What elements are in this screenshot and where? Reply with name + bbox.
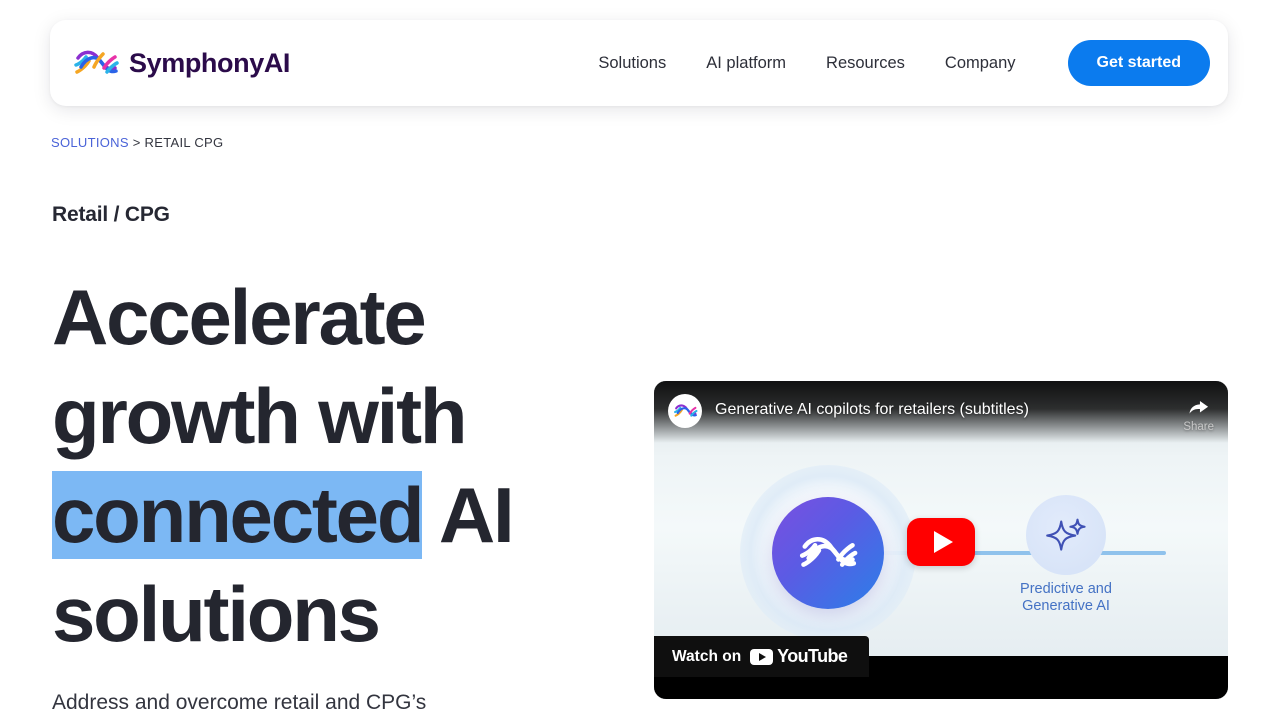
symphonyai-channel-avatar-icon[interactable]: [668, 394, 702, 428]
symphonyai-wave-logo-icon: [72, 46, 120, 80]
diagram-node-label: Predictive and Generative AI: [986, 581, 1146, 615]
youtube-logo-triangle-icon: [759, 652, 767, 661]
nav-item-ai-platform[interactable]: AI platform: [686, 44, 806, 83]
youtube-logo: YouTube: [750, 646, 848, 667]
heading-highlighted-word: connected: [52, 471, 424, 559]
site-header: SymphonyAI Solutions AI platform Resourc…: [50, 20, 1228, 106]
breadcrumb-separator: >: [128, 135, 145, 150]
page-title: Accelerate growth with connected AI solu…: [52, 268, 612, 664]
get-started-button[interactable]: Get started: [1067, 40, 1210, 86]
youtube-logo-icon: [750, 648, 774, 665]
youtube-play-button[interactable]: [907, 518, 975, 566]
share-label: Share: [1183, 421, 1214, 433]
nav-item-resources[interactable]: Resources: [806, 44, 925, 83]
diagram-symphonyai-node: [772, 497, 884, 609]
breadcrumb: SOLUTIONS > RETAIL CPG: [51, 135, 223, 150]
diagram-node-label-line1: Predictive and: [1020, 581, 1112, 597]
diagram-generative-ai-node: [1026, 495, 1106, 575]
youtube-play-icon: [933, 531, 953, 553]
share-button[interactable]: Share: [1183, 394, 1214, 433]
breadcrumb-link-solutions[interactable]: SOLUTIONS: [51, 135, 129, 150]
hero-description: Address and overcome retail and CPG’s: [52, 691, 427, 714]
sparkle-ai-icon: [1043, 512, 1089, 558]
brand-name: SymphonyAI: [129, 47, 291, 78]
youtube-video-embed[interactable]: Predictive and Generative AI Generative …: [654, 381, 1228, 699]
share-arrow-icon: [1187, 396, 1210, 419]
page-eyebrow: Retail / CPG: [52, 203, 170, 226]
youtube-wordmark: YouTube: [777, 646, 848, 666]
watch-on-youtube-button[interactable]: Watch on YouTube: [654, 636, 870, 677]
page-root: SymphonyAI Solutions AI platform Resourc…: [0, 0, 1280, 720]
video-title[interactable]: Generative AI copilots for retailers (su…: [715, 394, 1029, 420]
breadcrumb-current: RETAIL CPG: [144, 135, 224, 150]
nav-item-company[interactable]: Company: [925, 44, 1036, 83]
brand-logo[interactable]: SymphonyAI: [72, 46, 290, 80]
heading-part-before: Accelerate growth with: [52, 273, 468, 460]
primary-nav: Solutions AI platform Resources Company …: [578, 40, 1210, 86]
nav-item-solutions[interactable]: Solutions: [578, 44, 686, 83]
watch-on-label: Watch on: [672, 647, 742, 665]
video-title-bar: Generative AI copilots for retailers (su…: [654, 381, 1228, 443]
diagram-node-label-line2: Generative AI: [1022, 598, 1110, 614]
symphonyai-wave-logo-icon: [797, 530, 859, 576]
